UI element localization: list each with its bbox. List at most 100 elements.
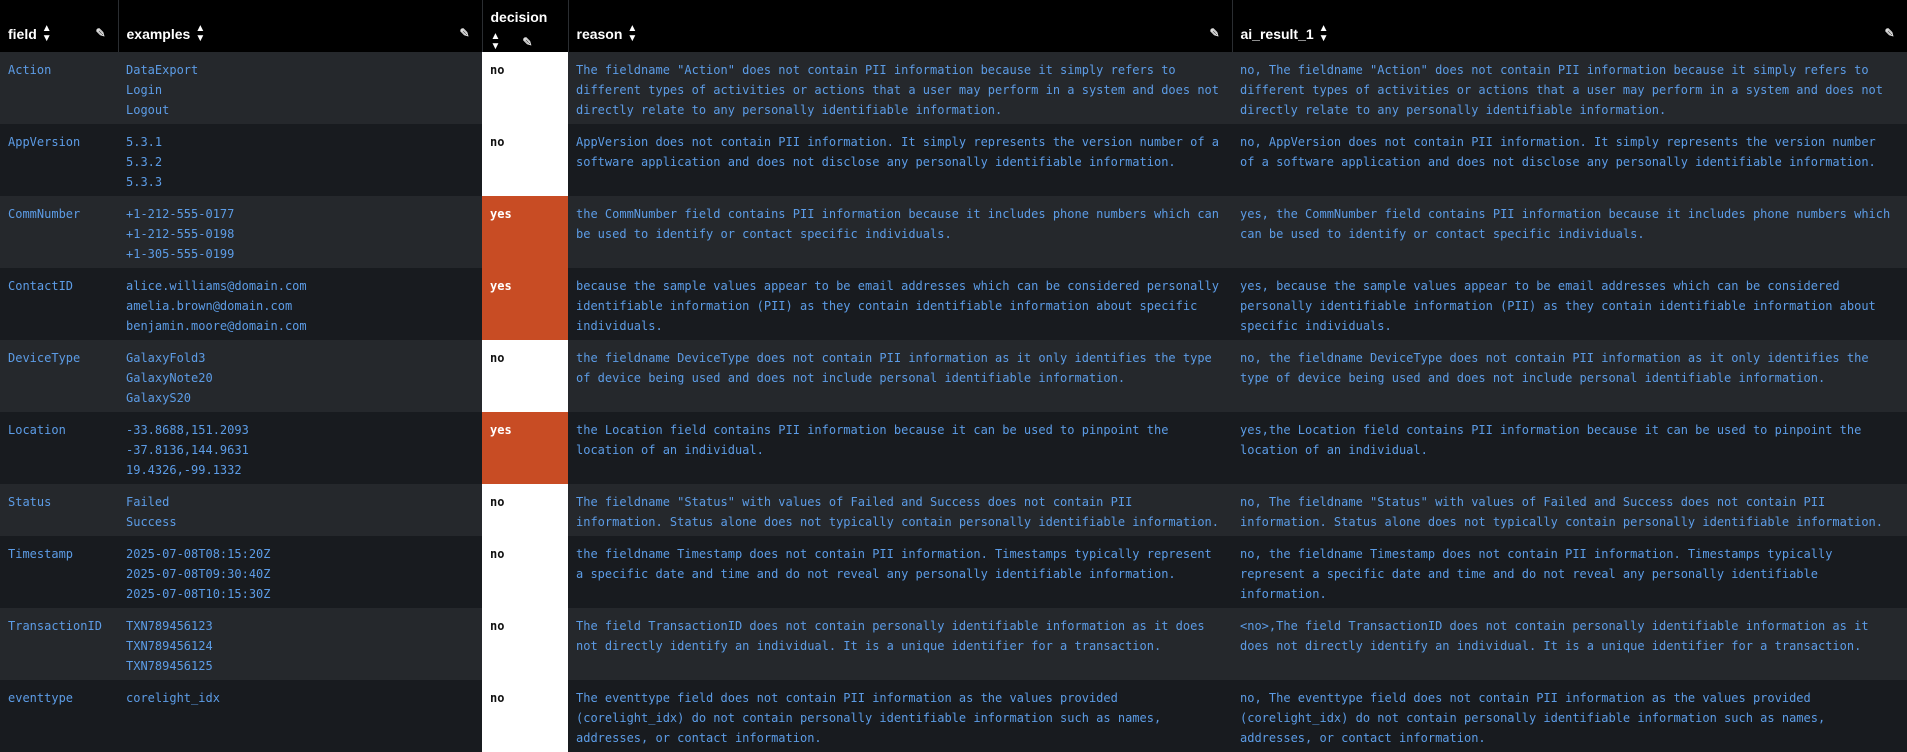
reason-cell[interactable]: because the sample values appear to be e… bbox=[568, 268, 1232, 340]
reason-cell[interactable]: the fieldname DeviceType does not contai… bbox=[568, 340, 1232, 412]
decision-badge[interactable]: no bbox=[482, 484, 568, 536]
example-value[interactable]: corelight_idx bbox=[126, 688, 472, 708]
sort-icon[interactable]: ▲ ▼ bbox=[627, 24, 637, 44]
table-row: eventtype corelight_idx no The eventtype fi… bbox=[0, 680, 1907, 752]
reason-cell[interactable]: the CommNumber field contains PII inform… bbox=[568, 196, 1232, 268]
reason-cell[interactable]: AppVersion does not contain PII informat… bbox=[568, 124, 1232, 196]
field-cell[interactable]: DeviceType bbox=[0, 340, 118, 412]
sort-icon[interactable]: ▲ ▼ bbox=[42, 24, 52, 44]
table-row: Timestamp 2025-07-08T08:15:20Z 2025-07-08T… bbox=[0, 536, 1907, 608]
table-row: TransactionID TXN789456123 TXN789456124 TXN… bbox=[0, 608, 1907, 680]
decision-badge[interactable]: no bbox=[482, 536, 568, 608]
column-header-ai-result[interactable]: ai_result_1 ▲ ▼ ✎ bbox=[1232, 0, 1907, 52]
examples-cell: DataExport Login Logout bbox=[118, 52, 482, 124]
ai-result-cell[interactable]: no, The fieldname "Status" with values o… bbox=[1232, 484, 1907, 536]
pencil-icon[interactable]: ✎ bbox=[522, 35, 532, 49]
pencil-icon[interactable]: ✎ bbox=[95, 26, 105, 40]
table-row: Location -33.8688,151.2093 -37.8136,144.96… bbox=[0, 412, 1907, 484]
field-cell[interactable]: eventtype bbox=[0, 680, 118, 752]
examples-cell: corelight_idx bbox=[118, 680, 482, 752]
decision-badge[interactable]: no bbox=[482, 52, 568, 124]
reason-cell[interactable]: The fieldname "Status" with values of Fa… bbox=[568, 484, 1232, 536]
decision-badge[interactable]: yes bbox=[482, 412, 568, 484]
results-table: field ▲ ▼ ✎ examples ▲ ▼ ✎ decision ▲ ▼ ✎ bbox=[0, 0, 1907, 752]
example-value[interactable]: -37.8136,144.9631 bbox=[126, 440, 472, 460]
table-row: Action DataExport Login Logout no The fieldna… bbox=[0, 52, 1907, 124]
decision-badge[interactable]: yes bbox=[482, 268, 568, 340]
field-cell[interactable]: Timestamp bbox=[0, 536, 118, 608]
example-value[interactable]: benjamin.moore@domain.com bbox=[126, 316, 472, 336]
reason-cell[interactable]: The eventtype field does not contain PII… bbox=[568, 680, 1232, 752]
reason-cell[interactable]: The fieldname "Action" does not contain … bbox=[568, 52, 1232, 124]
example-value[interactable]: 2025-07-08T09:30:40Z bbox=[126, 564, 472, 584]
sort-icon[interactable]: ▲ ▼ bbox=[1319, 24, 1329, 44]
example-value[interactable]: Success bbox=[126, 512, 472, 532]
field-cell[interactable]: TransactionID bbox=[0, 608, 118, 680]
table-row: DeviceType GalaxyFold3 GalaxyNote20 GalaxyS… bbox=[0, 340, 1907, 412]
ai-result-cell[interactable]: no, the fieldname Timestamp does not con… bbox=[1232, 536, 1907, 608]
example-value[interactable]: 5.3.2 bbox=[126, 152, 472, 172]
ai-result-cell[interactable]: yes, because the sample values appear to… bbox=[1232, 268, 1907, 340]
example-value[interactable]: alice.williams@domain.com bbox=[126, 276, 472, 296]
ai-result-cell[interactable]: no, AppVersion does not contain PII info… bbox=[1232, 124, 1907, 196]
decision-badge[interactable]: no bbox=[482, 680, 568, 752]
sort-icon[interactable]: ▲ ▼ bbox=[195, 24, 205, 44]
decision-badge[interactable]: yes bbox=[482, 196, 568, 268]
example-value[interactable]: -33.8688,151.2093 bbox=[126, 420, 472, 440]
decision-badge[interactable]: no bbox=[482, 124, 568, 196]
example-value[interactable]: 2025-07-08T08:15:20Z bbox=[126, 544, 472, 564]
ai-result-cell[interactable]: yes, the CommNumber field contains PII i… bbox=[1232, 196, 1907, 268]
examples-cell: Failed Success bbox=[118, 484, 482, 536]
examples-cell: 5.3.1 5.3.2 5.3.3 bbox=[118, 124, 482, 196]
example-value[interactable]: +1-212-555-0177 bbox=[126, 204, 472, 224]
example-value[interactable]: TXN789456125 bbox=[126, 656, 472, 676]
ai-result-cell[interactable]: no, the fieldname DeviceType does not co… bbox=[1232, 340, 1907, 412]
reason-cell[interactable]: the fieldname Timestamp does not contain… bbox=[568, 536, 1232, 608]
example-value[interactable]: 2025-07-08T10:15:30Z bbox=[126, 584, 472, 604]
reason-cell[interactable]: the Location field contains PII informat… bbox=[568, 412, 1232, 484]
pencil-icon[interactable]: ✎ bbox=[459, 26, 469, 40]
column-label: ai_result_1 bbox=[1240, 26, 1314, 42]
ai-result-cell[interactable]: yes,the Location field contains PII info… bbox=[1232, 412, 1907, 484]
pencil-icon[interactable]: ✎ bbox=[1209, 26, 1219, 40]
field-cell[interactable]: ContactID bbox=[0, 268, 118, 340]
example-value[interactable]: Failed bbox=[126, 492, 472, 512]
sort-icon[interactable]: ▲ ▼ bbox=[491, 32, 501, 52]
example-value[interactable]: DataExport bbox=[126, 60, 472, 80]
examples-cell: GalaxyFold3 GalaxyNote20 GalaxyS20 bbox=[118, 340, 482, 412]
decision-badge[interactable]: no bbox=[482, 608, 568, 680]
pencil-icon[interactable]: ✎ bbox=[1884, 26, 1894, 40]
example-value[interactable]: 19.4326,-99.1332 bbox=[126, 460, 472, 480]
examples-cell: TXN789456123 TXN789456124 TXN789456125 bbox=[118, 608, 482, 680]
column-label: examples bbox=[126, 26, 191, 42]
field-cell[interactable]: CommNumber bbox=[0, 196, 118, 268]
column-header-field[interactable]: field ▲ ▼ ✎ bbox=[0, 0, 119, 52]
column-header-examples[interactable]: examples ▲ ▼ ✎ bbox=[118, 0, 483, 52]
field-cell[interactable]: Status bbox=[0, 484, 118, 536]
example-value[interactable]: GalaxyNote20 bbox=[126, 368, 472, 388]
example-value[interactable]: 5.3.1 bbox=[126, 132, 472, 152]
field-cell[interactable]: Location bbox=[0, 412, 118, 484]
example-value[interactable]: +1-212-555-0198 bbox=[126, 224, 472, 244]
example-value[interactable]: Logout bbox=[126, 100, 472, 120]
column-header-decision[interactable]: decision ▲ ▼ ✎ bbox=[482, 0, 569, 52]
example-value[interactable]: Login bbox=[126, 80, 472, 100]
field-cell[interactable]: Action bbox=[0, 52, 118, 124]
example-value[interactable]: TXN789456124 bbox=[126, 636, 472, 656]
ai-result-cell[interactable]: no, The eventtype field does not contain… bbox=[1232, 680, 1907, 752]
example-value[interactable]: +1-305-555-0199 bbox=[126, 244, 472, 264]
example-value[interactable]: 5.3.3 bbox=[126, 172, 472, 192]
example-value[interactable]: amelia.brown@domain.com bbox=[126, 296, 472, 316]
column-header-reason[interactable]: reason ▲ ▼ ✎ bbox=[568, 0, 1233, 52]
examples-cell: 2025-07-08T08:15:20Z 2025-07-08T09:30:40Z… bbox=[118, 536, 482, 608]
ai-result-cell[interactable]: <no>,The field TransactionID does not co… bbox=[1232, 608, 1907, 680]
example-value[interactable]: TXN789456123 bbox=[126, 616, 472, 636]
field-cell[interactable]: AppVersion bbox=[0, 124, 118, 196]
reason-cell[interactable]: The field TransactionID does not contain… bbox=[568, 608, 1232, 680]
example-value[interactable]: GalaxyFold3 bbox=[126, 348, 472, 368]
ai-result-cell[interactable]: no, The fieldname "Action" does not cont… bbox=[1232, 52, 1907, 124]
example-value[interactable]: GalaxyS20 bbox=[126, 388, 472, 408]
column-label: field bbox=[8, 26, 37, 42]
decision-badge[interactable]: no bbox=[482, 340, 568, 412]
table-row: AppVersion 5.3.1 5.3.2 5.3.3 no AppVersion do… bbox=[0, 124, 1907, 196]
